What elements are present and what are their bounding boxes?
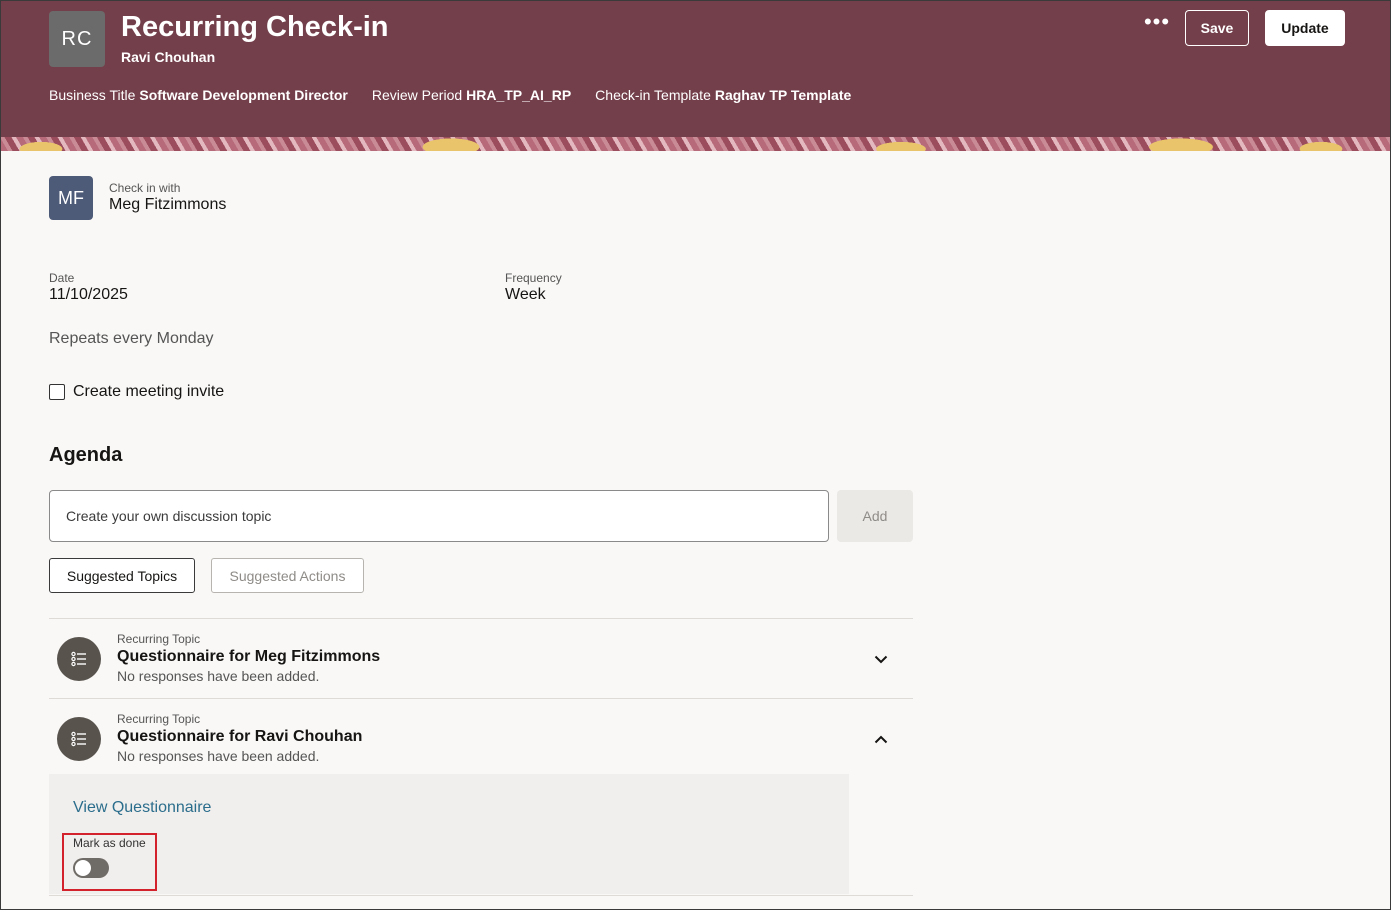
meta-value: Raghav TP Template: [714, 87, 852, 103]
toggle-knob: [75, 860, 91, 876]
meta-label: Check-in Template: [595, 87, 711, 103]
topic-status: No responses have been added.: [117, 668, 320, 684]
add-topic-button[interactable]: Add: [837, 490, 913, 542]
discussion-topic-input[interactable]: [49, 490, 829, 542]
questionnaire-icon: [57, 637, 101, 681]
checkin-name: Meg Fitzimmons: [109, 196, 227, 213]
divider: [49, 895, 913, 896]
suggested-actions-button[interactable]: Suggested Actions: [211, 558, 364, 593]
mark-as-done-label: Mark as done: [73, 836, 146, 850]
topic-kind: Recurring Topic: [117, 712, 201, 726]
checkin-avatar: MF: [49, 176, 93, 220]
frequency-label: Frequency: [505, 271, 562, 285]
repeats-text: Repeats every Monday: [49, 330, 214, 347]
meeting-invite-label[interactable]: Create meeting invite: [73, 383, 224, 401]
agenda-topic-row[interactable]: Recurring Topic Questionnaire for Ravi C…: [49, 698, 913, 778]
frequency-value: Week: [505, 286, 546, 303]
meta-label: Business Title: [49, 87, 136, 103]
chevron-up-icon[interactable]: [869, 727, 893, 751]
suggested-topics-button[interactable]: Suggested Topics: [49, 558, 195, 593]
checkin-label: Check in with: [109, 181, 181, 195]
agenda-heading: Agenda: [49, 444, 123, 466]
date-value: 11/10/2025: [49, 286, 128, 303]
page-title: Recurring Check-in: [121, 11, 389, 43]
page-header: RC Recurring Check-in Ravi Chouhan Busin…: [1, 1, 1390, 151]
save-button[interactable]: Save: [1185, 10, 1249, 46]
agenda-topic-row[interactable]: Recurring Topic Questionnaire for Meg Fi…: [49, 618, 913, 698]
topic-title: Questionnaire for Ravi Chouhan: [117, 728, 363, 745]
meta-value: Software Development Director: [139, 87, 348, 103]
meta-label: Review Period: [371, 87, 463, 103]
topic-details-panel: View Questionnaire Mark as done: [49, 774, 849, 894]
header-meta: Business Title Software Development Direc…: [49, 87, 851, 103]
topic-title: Questionnaire for Meg Fitzimmons: [117, 648, 381, 665]
page-subtitle: Ravi Chouhan: [121, 49, 216, 65]
topic-status: No responses have been added.: [117, 748, 320, 764]
decorative-banner: [1, 137, 1390, 151]
create-meeting-invite[interactable]: Create meeting invite: [49, 383, 224, 401]
mark-as-done-toggle[interactable]: [73, 858, 109, 878]
meta-review-period: Review Period HRA_TP_AI_RP: [372, 87, 571, 103]
avatar: RC: [49, 11, 105, 67]
meta-value: HRA_TP_AI_RP: [466, 87, 572, 103]
view-questionnaire-link[interactable]: View Questionnaire: [73, 799, 211, 817]
chevron-down-icon[interactable]: [869, 647, 893, 671]
meta-checkin-template: Check-in Template Raghav TP Template: [595, 87, 851, 103]
meeting-invite-checkbox[interactable]: [49, 384, 65, 400]
questionnaire-icon: [57, 717, 101, 761]
topic-kind: Recurring Topic: [117, 632, 201, 646]
meta-business-title: Business Title Software Development Direc…: [49, 87, 348, 103]
update-button[interactable]: Update: [1265, 10, 1345, 46]
date-label: Date: [49, 271, 75, 285]
more-actions-icon[interactable]: •••: [1137, 11, 1177, 41]
